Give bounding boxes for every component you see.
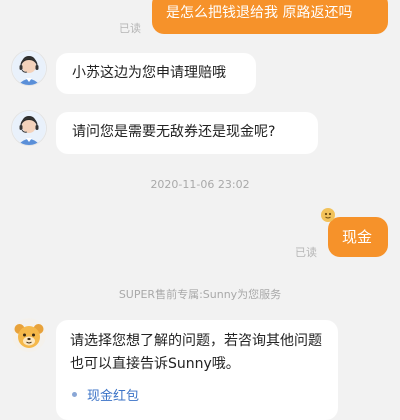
agent-message-bubble[interactable]: 小苏这边为您申请理赔哦: [56, 53, 256, 94]
read-status: 已读: [295, 246, 317, 259]
user-message-text: 是怎么把钱退给我 原路返还吗: [166, 5, 353, 21]
quick-option-label: 现金红包: [87, 389, 140, 404]
sunny-avatar[interactable]: [12, 318, 46, 352]
read-status: 已读: [119, 22, 141, 35]
chat-timestamp: 2020-11-06 23:02: [150, 178, 250, 191]
user-message-bubble[interactable]: 现金: [328, 217, 388, 257]
bullet-icon: [72, 392, 77, 397]
quick-option-cash-red-packet[interactable]: 现金红包: [72, 385, 139, 404]
agent-message-bubble[interactable]: 请问您是需要无敌券还是现金呢?: [56, 112, 318, 154]
agent-message-bubble[interactable]: 请选择您想了解的问题，若咨询其他问题也可以直接告诉Sunny哦。: [56, 320, 338, 420]
user-avatar[interactable]: [320, 207, 336, 223]
agent-avatar[interactable]: [12, 111, 46, 145]
service-notice: SUPER售前专属:Sunny为您服务: [118, 288, 282, 301]
user-message-bubble[interactable]: 是怎么把钱退给我 原路返还吗: [152, 0, 388, 34]
agent-avatar[interactable]: [12, 51, 46, 85]
agent-message-text: 请选择您想了解的问题，若咨询其他问题也可以直接告诉Sunny哦。: [70, 333, 322, 372]
agent-message-text: 小苏这边为您申请理赔哦: [72, 65, 226, 81]
agent-message-text: 请问您是需要无敌券还是现金呢?: [72, 124, 276, 140]
user-message-text: 现金: [342, 228, 373, 246]
